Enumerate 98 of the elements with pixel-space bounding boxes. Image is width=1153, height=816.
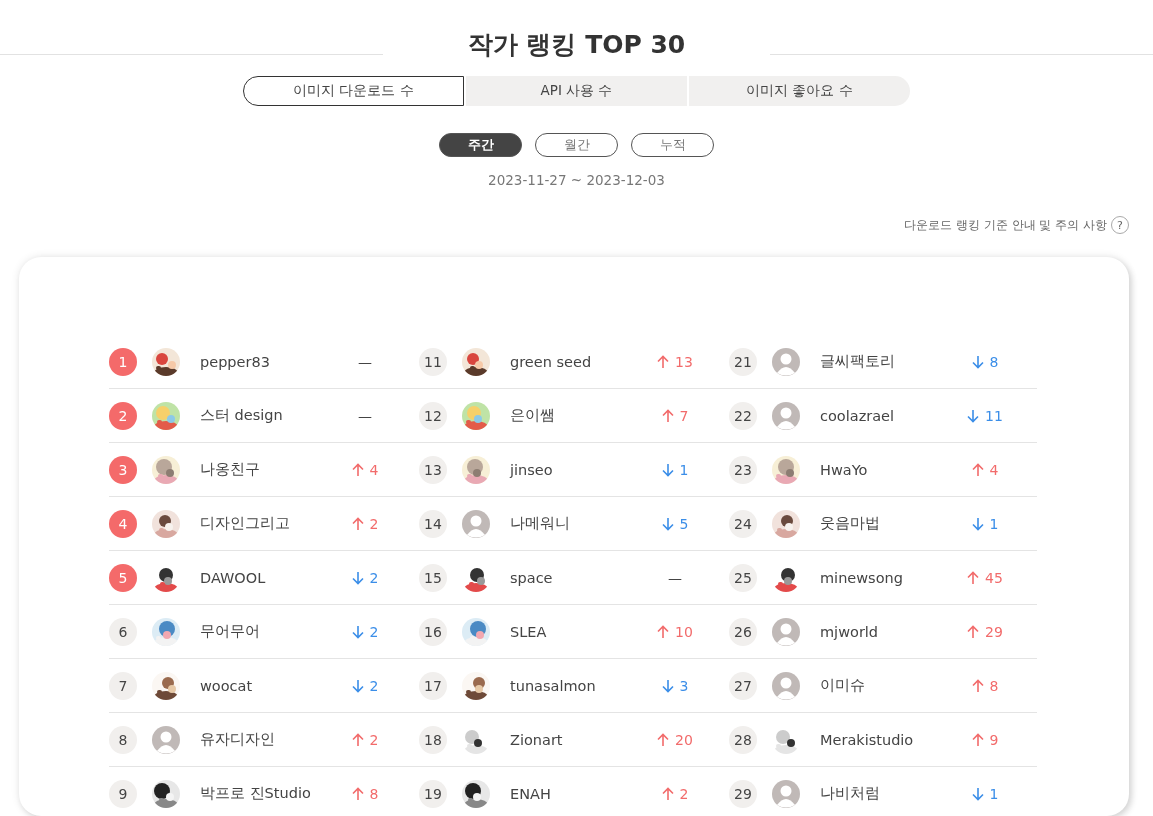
rank-badge: 16 (419, 617, 447, 646)
user-icon (772, 779, 800, 808)
rank-change: 11 (985, 407, 1003, 424)
author-name[interactable]: 나옹친구 (200, 460, 330, 479)
author-name[interactable]: woocat (200, 677, 330, 694)
rank-change: 2 (369, 569, 379, 586)
rank-change: 2 (679, 785, 689, 802)
metric-tab[interactable]: 이미지 좋아요 수 (689, 76, 910, 106)
date-range: 2023-11-27 ~ 2023-12-03 (487, 172, 666, 188)
metric-tab[interactable]: 이미지 다운로드 수 (243, 76, 464, 106)
rank-badge: 23 (729, 455, 757, 484)
rank-change: 2 (369, 623, 379, 640)
rank-badge: 2 (109, 401, 137, 430)
rank-change: 3 (679, 677, 689, 694)
rank-badge: 28 (729, 725, 757, 754)
rank-badge: 12 (419, 401, 447, 430)
rank-badge: 17 (419, 671, 447, 700)
author-name[interactable]: DAWOOL (200, 569, 330, 586)
rank-badge: 25 (729, 563, 757, 592)
no-change-mark: — (358, 407, 372, 424)
author-name[interactable]: space (510, 569, 640, 586)
author-name[interactable]: tunasalmon (510, 677, 640, 694)
rank-change: 1 (679, 461, 689, 478)
rank-change: 20 (675, 731, 693, 748)
author-name[interactable]: Zionart (510, 731, 640, 748)
author-name[interactable]: 무어무어 (200, 622, 330, 641)
help-button[interactable]: ? (1111, 216, 1129, 234)
author-name[interactable]: Merakistudio (820, 731, 950, 748)
author-name[interactable]: coolazrael (820, 407, 950, 424)
no-change-mark: — (668, 569, 682, 586)
rank-change: 29 (985, 623, 1003, 640)
rank-change: 4 (989, 461, 999, 478)
rank-badge: 21 (729, 347, 757, 376)
author-name[interactable]: 나비처럼 (820, 784, 950, 803)
metric-tab[interactable]: API 사용 수 (466, 76, 687, 106)
page-title: 작가 랭킹 TOP 30 (466, 29, 687, 61)
rank-badge: 29 (729, 779, 757, 808)
author-name[interactable]: pepper83 (200, 353, 330, 370)
rank-badge: 7 (109, 671, 137, 700)
rank-change: 13 (675, 353, 693, 370)
rank-change: 9 (989, 731, 999, 748)
user-icon (772, 671, 800, 700)
rank-badge: 26 (729, 617, 757, 646)
user-icon (152, 725, 180, 754)
author-name[interactable]: SLEA (510, 623, 640, 640)
rank-change: 1 (989, 515, 999, 532)
user-icon (772, 401, 800, 430)
author-name[interactable]: 디자인그리고 (200, 514, 330, 533)
author-name[interactable]: green seed (510, 353, 640, 370)
rank-badge: 9 (109, 779, 137, 808)
rank-change: 2 (369, 677, 379, 694)
author-name[interactable]: HwaYo (820, 461, 950, 478)
author-name[interactable]: 스터 design (200, 406, 330, 425)
period-tab[interactable]: 주간 (439, 133, 522, 157)
rank-badge: 3 (109, 455, 137, 484)
author-name[interactable]: 이미슈 (820, 676, 950, 695)
author-name[interactable]: 유자디자인 (200, 730, 330, 749)
author-name[interactable]: jinseo (510, 461, 640, 478)
rank-badge: 5 (109, 563, 137, 592)
rank-badge: 8 (109, 725, 137, 754)
period-tab[interactable]: 누적 (631, 133, 714, 157)
author-name[interactable]: 글씨팩토리 (820, 352, 950, 371)
rank-badge: 22 (729, 401, 757, 430)
rank-change: 45 (985, 569, 1003, 586)
user-icon (772, 347, 800, 376)
author-name[interactable]: ENAH (510, 785, 640, 802)
rank-badge: 14 (419, 509, 447, 538)
user-icon (772, 617, 800, 646)
author-name[interactable]: 웃음마법 (820, 514, 950, 533)
help-link[interactable]: 다운로드 랭킹 기준 안내 및 주의 사항 (904, 216, 1107, 234)
rank-badge: 27 (729, 671, 757, 700)
rank-change: 8 (989, 353, 999, 370)
period-tab[interactable]: 월간 (535, 133, 618, 157)
rank-badge: 11 (419, 347, 447, 376)
rank-badge: 18 (419, 725, 447, 754)
rank-change: 1 (989, 785, 999, 802)
user-icon (462, 509, 490, 538)
author-name[interactable]: minewsong (820, 569, 950, 586)
author-name[interactable]: 은이쌤 (510, 406, 640, 425)
rank-change: 8 (989, 677, 999, 694)
rank-change: 2 (369, 515, 379, 532)
rank-change: 5 (679, 515, 689, 532)
rank-change: 2 (369, 731, 379, 748)
author-name[interactable]: 박프로 진Studio (200, 784, 330, 803)
no-change-mark: — (358, 353, 372, 370)
rank-badge: 13 (419, 455, 447, 484)
rank-badge: 15 (419, 563, 447, 592)
rank-badge: 19 (419, 779, 447, 808)
rank-badge: 1 (109, 347, 137, 376)
author-name[interactable]: mjworld (820, 623, 950, 640)
rank-badge: 24 (729, 509, 757, 538)
author-name[interactable]: 나메워니 (510, 514, 640, 533)
rank-badge: 6 (109, 617, 137, 646)
rank-change: 8 (369, 785, 379, 802)
rank-change: 7 (679, 407, 689, 424)
rank-badge: 4 (109, 509, 137, 538)
rank-change: 4 (369, 461, 379, 478)
rank-change: 10 (675, 623, 693, 640)
